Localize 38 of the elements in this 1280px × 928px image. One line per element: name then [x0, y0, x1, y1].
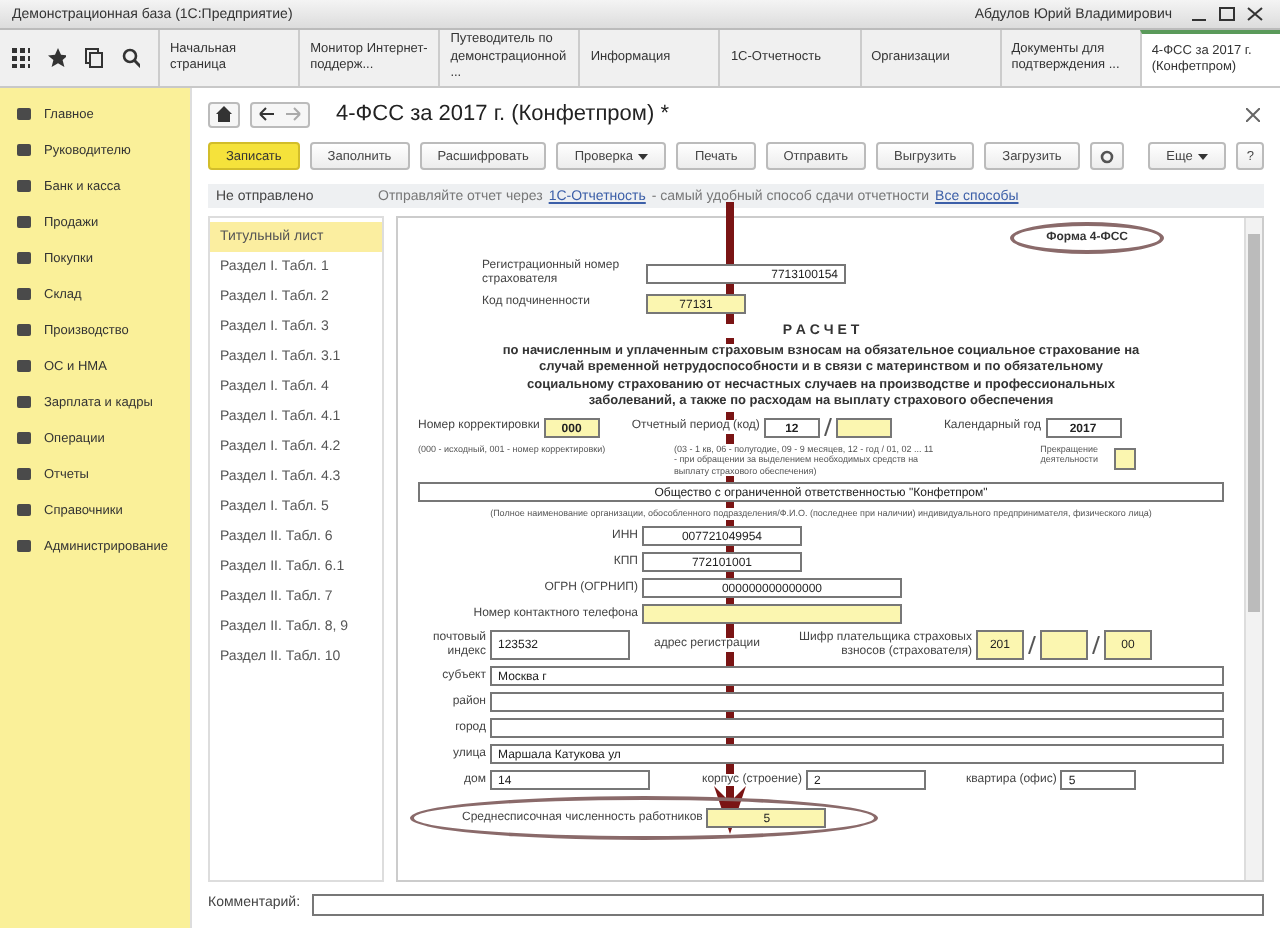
- section-icon: [16, 214, 32, 230]
- input-field[interactable]: [642, 604, 902, 625]
- section-icon: [16, 358, 32, 374]
- section-icon: [16, 250, 32, 266]
- caret-icon: [638, 153, 649, 159]
- scrollbar[interactable]: [1244, 218, 1262, 880]
- arrows-icon: [258, 106, 302, 122]
- section-icon: [16, 142, 32, 158]
- section-icon: [16, 502, 32, 518]
- section-icon: [16, 322, 32, 338]
- input-field[interactable]: [835, 417, 892, 438]
- section-icon: [16, 430, 32, 446]
- input-field[interactable]: [490, 692, 1224, 713]
- comment-field[interactable]: [312, 893, 1264, 915]
- section-icon: [16, 178, 32, 194]
- window-controls-icon[interactable]: [1188, 4, 1268, 24]
- search-icon[interactable]: [121, 48, 140, 68]
- home-icon: [216, 106, 232, 122]
- section-icon: [16, 106, 32, 122]
- document-title: 4-ФСС за 2017 г. (Конфетпром) *: [336, 102, 671, 126]
- star-icon[interactable]: [48, 48, 67, 68]
- settings-button[interactable]: [1089, 142, 1124, 170]
- pages-icon[interactable]: [84, 48, 104, 68]
- home-button[interactable]: [208, 101, 240, 127]
- caret-icon: [1198, 153, 1209, 159]
- slash-icon: [823, 418, 832, 437]
- close-icon[interactable]: [1246, 107, 1260, 121]
- input-field[interactable]: [490, 718, 1224, 739]
- checkbox[interactable]: [1114, 447, 1136, 470]
- section-icon: [16, 466, 32, 482]
- grid-icon[interactable]: [12, 48, 31, 68]
- slash-icon: [1027, 636, 1036, 655]
- back-forward-button[interactable]: [250, 101, 310, 127]
- input-field[interactable]: [1039, 630, 1088, 661]
- section-icon: [16, 394, 32, 410]
- section-icon: [16, 538, 32, 554]
- section-icon: [16, 286, 32, 302]
- slash-icon: [1091, 636, 1100, 655]
